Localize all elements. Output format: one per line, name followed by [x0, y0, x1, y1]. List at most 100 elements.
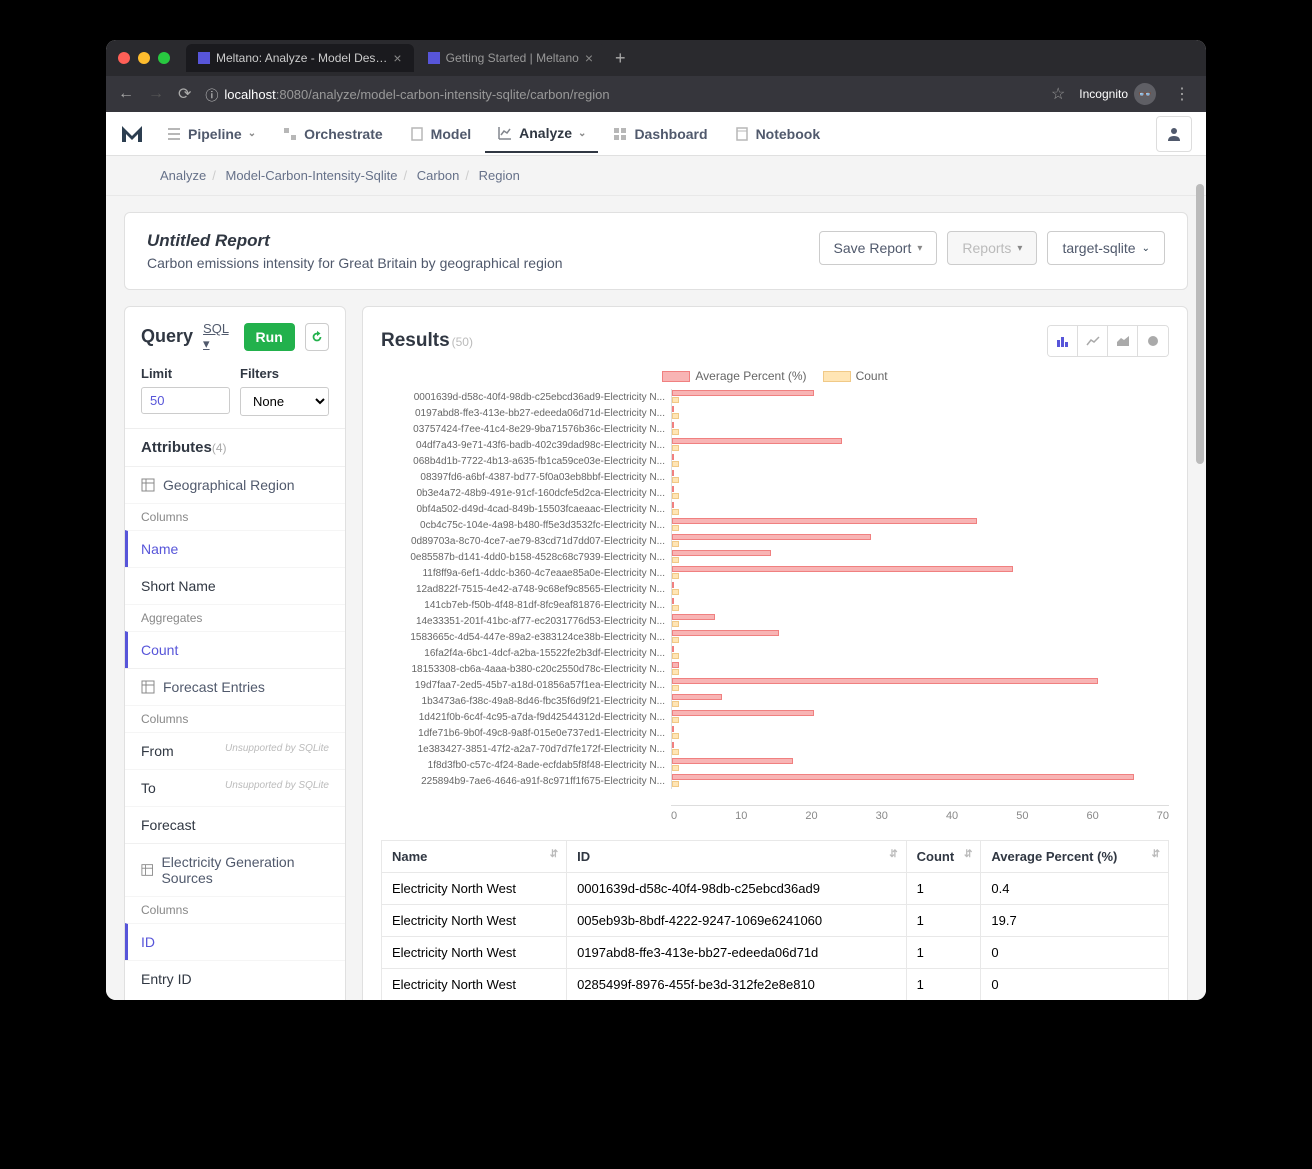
nav-analyze[interactable]: Analyze ⌄ [485, 115, 598, 153]
bar-count [672, 525, 679, 531]
attribute-item[interactable]: ToUnsupported by SQLite [125, 769, 345, 806]
line-chart-icon [1086, 334, 1100, 348]
button-label: Save Report [834, 240, 912, 256]
nav-notebook[interactable]: Notebook [722, 116, 833, 152]
group-header[interactable]: Forecast Entries [125, 668, 345, 705]
attribute-item[interactable]: Short Name [125, 567, 345, 604]
breadcrumb-item[interactable]: Region [479, 168, 520, 183]
sort-icon[interactable]: ⇵ [964, 849, 972, 860]
chart-row-label: 141cb7eb-f50b-4f48-81df-8fc9eaf81876-Ele… [381, 600, 671, 611]
sort-icon[interactable]: ⇵ [550, 849, 558, 860]
bar-count [672, 701, 679, 707]
table-cell: 1 [906, 969, 981, 1001]
line-chart-button[interactable] [1078, 326, 1108, 356]
minimize-window-icon[interactable] [138, 52, 150, 64]
chart-row: 12ad822f-7515-4e42-a748-9c68ef9c8565-Ele… [381, 581, 1169, 597]
close-window-icon[interactable] [118, 52, 130, 64]
run-button[interactable]: Run [244, 323, 295, 351]
refresh-icon [310, 330, 324, 344]
bar-percent [672, 486, 674, 492]
table-icon [141, 863, 153, 877]
button-label: Reports [962, 240, 1011, 256]
attribute-item[interactable]: Forecast [125, 806, 345, 843]
attribute-item[interactable]: Entry ID [125, 960, 345, 997]
browser-tab-inactive[interactable]: Getting Started | Meltano × [416, 44, 605, 72]
sort-icon[interactable]: ⇵ [889, 849, 897, 860]
back-button-icon[interactable]: ← [118, 85, 134, 103]
chart-bars [671, 453, 1169, 469]
filters-select[interactable]: None [240, 387, 329, 416]
new-tab-button[interactable]: + [607, 48, 634, 69]
table-header[interactable]: Count⇵ [906, 841, 981, 873]
area-chart-icon [1116, 334, 1130, 348]
reports-dropdown-button[interactable]: Reports ▾ [947, 231, 1037, 265]
bar-chart-button[interactable] [1048, 326, 1078, 356]
bar-percent [672, 742, 674, 748]
sort-icon[interactable]: ⇵ [1152, 849, 1160, 860]
scrollbar[interactable] [1196, 184, 1204, 464]
chart-row: 1f8d3fb0-c57c-4f24-8ade-ecfdab5f8f48-Ele… [381, 757, 1169, 773]
attribute-item[interactable]: Name [125, 530, 345, 567]
bar-count [672, 669, 679, 675]
nav-orchestrate[interactable]: Orchestrate [270, 116, 395, 152]
report-title: Untitled Report [147, 231, 563, 251]
chart-bars [671, 693, 1169, 709]
close-tab-icon[interactable]: × [585, 50, 593, 66]
table-cell: 0285499f-8976-455f-be3d-312fe2e8e810 [567, 969, 907, 1001]
nav-model[interactable]: Model [397, 116, 483, 152]
chart-icon [497, 125, 513, 141]
save-report-button[interactable]: Save Report▾ [819, 231, 938, 265]
group-header[interactable]: Geographical Region [125, 466, 345, 503]
table-icon [141, 680, 155, 694]
nav-dashboard[interactable]: Dashboard [600, 116, 719, 152]
table-cell: 1 [906, 905, 981, 937]
breadcrumb-item[interactable]: Carbon [417, 168, 460, 183]
chart-row: 18153308-cb6a-4aaa-b380-c20c2550d78c-Ele… [381, 661, 1169, 677]
breadcrumb-item[interactable]: Model-Carbon-Intensity-Sqlite [226, 168, 398, 183]
bar-count [672, 573, 679, 579]
bar-count [672, 589, 679, 595]
url-path: /analyze/model-carbon-intensity-sqlite/c… [308, 87, 609, 102]
caret-down-icon: ▾ [1017, 243, 1022, 254]
bar-percent [672, 390, 814, 396]
table-header[interactable]: ID⇵ [567, 841, 907, 873]
scatter-chart-button[interactable] [1138, 326, 1168, 356]
bar-percent [672, 614, 715, 620]
nav-pipeline[interactable]: Pipeline ⌄ [154, 116, 268, 152]
area-chart-button[interactable] [1108, 326, 1138, 356]
table-cell: Electricity North West [382, 905, 567, 937]
breadcrumb-item[interactable]: Analyze [160, 168, 206, 183]
top-nav: Pipeline ⌄ Orchestrate Model Analyze ⌄ D… [106, 112, 1206, 156]
refresh-button[interactable] [305, 323, 329, 351]
chart-row: 068b4d1b-7722-4b13-a635-fb1ca59ce03e-Ele… [381, 453, 1169, 469]
limit-input[interactable] [141, 387, 230, 414]
attribute-item[interactable]: Count [125, 631, 345, 668]
attribute-item[interactable]: FromUnsupported by SQLite [125, 732, 345, 769]
maximize-window-icon[interactable] [158, 52, 170, 64]
sql-link[interactable]: SQL ▾ [203, 321, 234, 352]
chart-row-label: 14e33351-201f-41bc-af77-ec2031776d53-Ele… [381, 616, 671, 627]
bar-percent [672, 678, 1098, 684]
attribute-item[interactable]: ID [125, 923, 345, 960]
chart-bars [671, 661, 1169, 677]
table-header[interactable]: Name⇵ [382, 841, 567, 873]
bar-percent [672, 630, 779, 636]
address-bar[interactable]: ⓘ localhost:8080/analyze/model-carbon-in… [205, 85, 1037, 104]
chart-row: 0d89703a-8c70-4ce7-ae79-83cd71d7dd07-Ele… [381, 533, 1169, 549]
group-header[interactable]: Electricity Generation Sources [125, 843, 345, 896]
attributes-header: Attributes(4) [125, 428, 345, 466]
user-menu-button[interactable] [1156, 116, 1192, 152]
kebab-menu-icon[interactable]: ⋮ [1170, 84, 1194, 104]
bar-count [672, 445, 679, 451]
close-tab-icon[interactable]: × [393, 50, 401, 66]
table-header[interactable]: Average Percent (%)⇵ [981, 841, 1169, 873]
target-dropdown-button[interactable]: target-sqlite⌄ [1047, 231, 1165, 265]
chart-bars [671, 677, 1169, 693]
chart-row-label: 0001639d-d58c-40f4-98db-c25ebcd36ad9-Ele… [381, 392, 671, 403]
reload-button-icon[interactable]: ⟳ [178, 84, 191, 104]
chart-bars [671, 469, 1169, 485]
nav-label: Notebook [756, 126, 821, 142]
bookmark-icon[interactable]: ☆ [1051, 84, 1065, 104]
chart-row-label: 12ad822f-7515-4e42-a748-9c68ef9c8565-Ele… [381, 584, 671, 595]
browser-tab-active[interactable]: Meltano: Analyze - Model Des… × [186, 44, 414, 72]
